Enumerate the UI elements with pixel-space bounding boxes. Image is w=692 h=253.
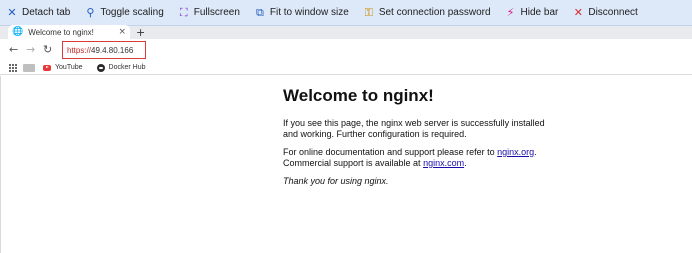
paragraph-thanks: Thank you for using nginx. (283, 176, 553, 187)
page-content: Welcome to nginx! If you see this page, … (0, 76, 692, 253)
tab-welcome-nginx[interactable]: 🌐 Welcome to nginx! × (8, 25, 130, 39)
reload-icon[interactable]: ↻ (43, 42, 52, 58)
fit-window-icon: ⧉ (255, 6, 264, 19)
fullscreen-icon: ⛶ (179, 6, 188, 19)
thanks-text: Thank you for using nginx. (283, 176, 389, 186)
paragraph-docs: For online documentation and support ple… (283, 147, 553, 169)
set-password-button[interactable]: ⚿ Set connection password (363, 7, 491, 18)
disconnect-label: Disconnect (588, 7, 638, 18)
navigation-bar: ← → ↻ https:// 49.4.80.166 (0, 39, 692, 61)
page-heading: Welcome to nginx! (283, 86, 434, 105)
url-scheme: https:// (67, 45, 92, 55)
forward-arrow-icon[interactable]: → (26, 42, 35, 58)
tab-close-icon[interactable]: × (118, 27, 126, 37)
apps-grid-icon[interactable] (9, 63, 17, 72)
new-tab-button[interactable]: + (136, 26, 145, 39)
close-x-icon: ✕ (573, 6, 583, 19)
bookmark-youtube-label: YouTube (55, 64, 83, 71)
docs-text: For online documentation and support ple… (283, 147, 498, 157)
bookmark-docker-label: Docker Hub (108, 64, 146, 71)
crossed-arrows-icon: ✕ (7, 6, 17, 19)
fullscreen-button[interactable]: ⛶ Fullscreen (178, 7, 240, 18)
fullscreen-label: Fullscreen (193, 7, 240, 18)
nginx-welcome: Welcome to nginx! If you see this page, … (283, 86, 553, 194)
set-password-label: Set connection password (378, 7, 491, 18)
remote-toolbar: ✕ Detach tab ⚲ Toggle scaling ⛶ Fullscre… (0, 0, 692, 26)
detach-tab-label: Detach tab (22, 7, 71, 18)
toggle-scaling-label: Toggle scaling (100, 7, 164, 18)
lightning-icon: ⚡ (506, 6, 515, 19)
key-icon: ⚿ (364, 6, 373, 19)
youtube-icon (43, 64, 51, 71)
docs-end-text: . (464, 158, 467, 168)
url-host: 49.4.80.166 (91, 45, 134, 55)
bookmarks-bar: YouTube Docker Hub (0, 61, 692, 75)
detach-tab-button[interactable]: ✕ Detach tab (6, 7, 70, 18)
address-bar[interactable]: https:// 49.4.80.166 (62, 41, 146, 59)
magnifier-icon: ⚲ (86, 6, 95, 19)
disconnect-button[interactable]: ✕ Disconnect (572, 6, 638, 19)
browser-tab-strip: 🌐 Welcome to nginx! × + (0, 25, 692, 39)
docker-icon (96, 63, 105, 72)
tab-title: Welcome to nginx! (28, 27, 94, 37)
bookmark-docker-hub[interactable]: Docker Hub (96, 63, 146, 72)
fit-to-window-button[interactable]: ⧉ Fit to window size (254, 7, 349, 18)
nginx-org-link[interactable]: nginx.org (497, 147, 534, 157)
toggle-scaling-button[interactable]: ⚲ Toggle scaling (84, 7, 163, 18)
hide-bar-label: Hide bar (520, 7, 559, 18)
globe-icon: 🌐 (12, 26, 24, 37)
nginx-com-link[interactable]: nginx.com (423, 158, 464, 168)
paragraph-installed: If you see this page, the nginx web serv… (283, 118, 545, 139)
hide-bar-button[interactable]: ⚡ Hide bar (505, 7, 559, 18)
bookmark-folder-icon[interactable] (23, 63, 35, 72)
bookmark-youtube[interactable]: YouTube (43, 64, 83, 71)
back-arrow-icon[interactable]: ← (9, 42, 18, 58)
fit-to-window-label: Fit to window size (269, 7, 349, 18)
